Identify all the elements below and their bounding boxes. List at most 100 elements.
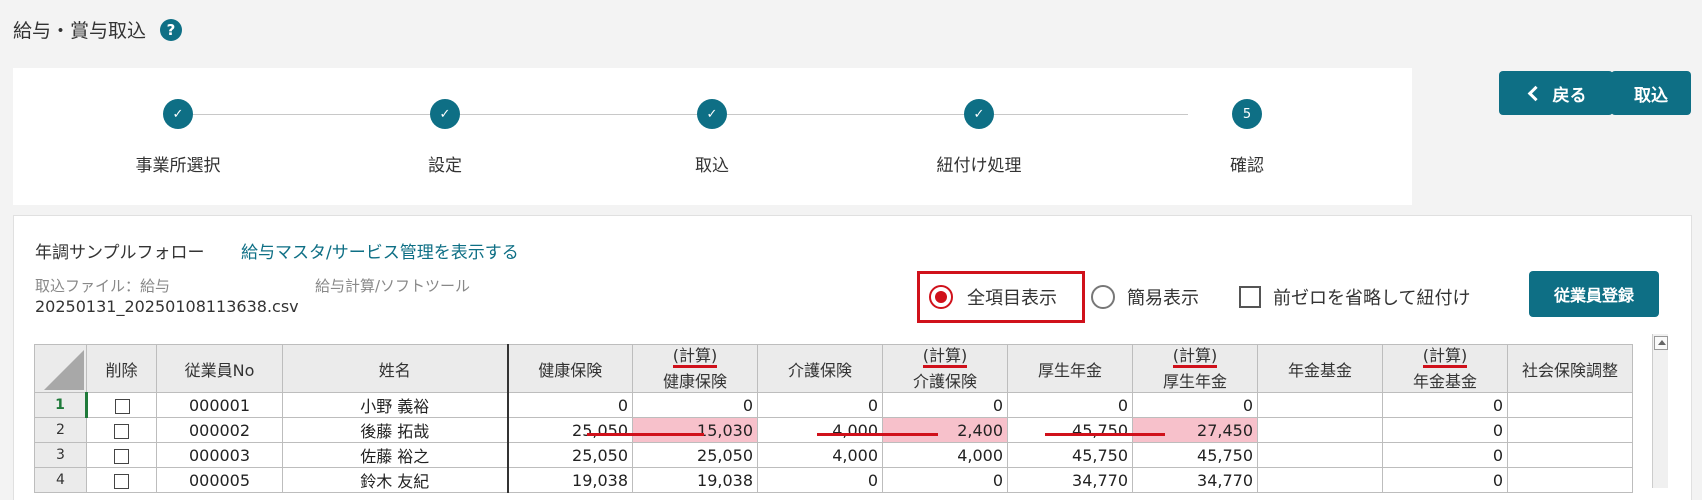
cell-delete bbox=[86, 467, 157, 493]
col-delete[interactable]: 削除 bbox=[86, 344, 157, 393]
cell-health[interactable]: 25,050 bbox=[506, 417, 633, 443]
col-calc-pension[interactable]: (計算) 厚生年金 bbox=[1132, 344, 1258, 393]
cell-care[interactable]: 0 bbox=[757, 467, 883, 493]
table-row[interactable]: 1 000001 小野 義裕 0 0 0 0 0 0 0 bbox=[34, 392, 1633, 418]
radio-simple[interactable]: 簡易表示 bbox=[1091, 284, 1199, 310]
register-employee-label: 従業員登録 bbox=[1553, 286, 1634, 305]
col-calc-care[interactable]: (計算) 介護保険 bbox=[882, 344, 1008, 393]
cell-calc-health[interactable]: 15,030 bbox=[632, 417, 758, 443]
row-number[interactable]: 1 bbox=[34, 392, 88, 418]
cell-calc-fund[interactable]: 0 bbox=[1382, 467, 1508, 493]
cell-employee-no[interactable]: 000002 bbox=[156, 417, 283, 443]
cell-calc-care[interactable]: 2,400 bbox=[882, 417, 1008, 443]
vertical-scrollbar[interactable] bbox=[1652, 334, 1668, 488]
radio-selected-icon bbox=[929, 285, 953, 309]
cell-calc-care[interactable]: 4,000 bbox=[882, 442, 1008, 468]
cell-pension[interactable]: 45,750 bbox=[1007, 417, 1133, 443]
cell-delete bbox=[86, 442, 157, 468]
col-social-adjust[interactable]: 社会保険調整 bbox=[1507, 344, 1633, 393]
delete-checkbox[interactable] bbox=[114, 473, 129, 489]
help-icon[interactable]: ? bbox=[160, 18, 183, 41]
salary-master-link[interactable]: 給与マスタ/サービス管理を表示する bbox=[241, 238, 519, 263]
cell-calc-pension[interactable]: 0 bbox=[1132, 392, 1258, 418]
cell-calc-fund[interactable]: 0 bbox=[1382, 392, 1508, 418]
row-number[interactable]: 4 bbox=[34, 467, 87, 493]
col-pension[interactable]: 厚生年金 bbox=[1007, 344, 1133, 393]
cell-employee-no[interactable]: 000005 bbox=[156, 467, 283, 493]
cell-fund[interactable] bbox=[1257, 392, 1383, 418]
import-button-label: 取込 bbox=[1634, 85, 1668, 106]
cell-calc-health[interactable]: 25,050 bbox=[632, 442, 758, 468]
cell-social-adjust[interactable] bbox=[1507, 392, 1633, 418]
cell-calc-pension[interactable]: 34,770 bbox=[1132, 467, 1258, 493]
radio-all-items-label: 全項目表示 bbox=[967, 288, 1057, 309]
col-health[interactable]: 健康保険 bbox=[506, 344, 633, 393]
col-employee-no[interactable]: 従業員No bbox=[156, 344, 283, 393]
cell-health[interactable]: 25,050 bbox=[506, 442, 633, 468]
highlight-underline bbox=[587, 433, 704, 436]
cell-employee-no[interactable]: 000003 bbox=[156, 442, 283, 468]
delete-checkbox[interactable] bbox=[114, 398, 130, 414]
radio-all-items[interactable]: 全項目表示 bbox=[929, 284, 1057, 310]
cell-fund[interactable] bbox=[1257, 442, 1383, 468]
cell-pension[interactable]: 34,770 bbox=[1007, 467, 1133, 493]
cell-calc-pension[interactable]: 27,450 bbox=[1132, 417, 1258, 443]
cell-health[interactable]: 19,038 bbox=[506, 467, 633, 493]
cell-social-adjust[interactable] bbox=[1507, 417, 1633, 443]
page-title: 給与・賞与取込 ? bbox=[13, 16, 183, 43]
back-button-label: 戻る bbox=[1552, 85, 1587, 106]
cell-fund[interactable] bbox=[1257, 467, 1383, 493]
cell-calc-health[interactable]: 0 bbox=[632, 392, 758, 418]
col-calc-fund[interactable]: (計算) 年金基金 bbox=[1382, 344, 1508, 393]
cell-calc-fund[interactable]: 0 bbox=[1382, 442, 1508, 468]
page-title-text: 給与・賞与取込 bbox=[13, 20, 147, 42]
cell-care[interactable]: 4,000 bbox=[757, 417, 883, 443]
cell-care[interactable]: 0 bbox=[757, 392, 883, 418]
table-row[interactable]: 2 000002 後藤 拓哉 25,050 15,030 4,000 2,400 45,750… bbox=[34, 417, 1633, 443]
cell-employee-no[interactable]: 000001 bbox=[156, 392, 283, 418]
radio-unselected-icon bbox=[1091, 285, 1115, 309]
cell-calc-care[interactable]: 0 bbox=[882, 392, 1008, 418]
row-number[interactable]: 3 bbox=[34, 442, 87, 468]
delete-checkbox[interactable] bbox=[114, 423, 129, 439]
cell-care[interactable]: 4,000 bbox=[757, 442, 883, 468]
col-name[interactable]: 姓名 bbox=[282, 344, 508, 393]
cell-calc-fund[interactable]: 0 bbox=[1382, 417, 1508, 443]
highlight-underline bbox=[817, 433, 938, 436]
cell-name[interactable]: 後藤 拓哉 bbox=[282, 417, 508, 443]
step-number-badge: 5 bbox=[1232, 99, 1262, 129]
col-calc-health[interactable]: (計算) 健康保険 bbox=[632, 344, 758, 393]
select-all-corner[interactable] bbox=[34, 344, 87, 393]
step-label: 事業所選択 bbox=[135, 156, 221, 176]
calc-prefix: (計算) bbox=[1422, 346, 1468, 368]
cell-name[interactable]: 鈴木 友紀 bbox=[282, 467, 508, 493]
table-body: 1 000001 小野 義裕 0 0 0 0 0 0 0 2 000002 後藤 拓哉 25,050 15,… bbox=[34, 392, 1633, 493]
table-row[interactable]: 3 000003 佐藤 裕之 25,050 25,050 4,000 4,000 45,750… bbox=[34, 442, 1633, 468]
progress-stepper: ✓ 事業所選択 ✓ 設定 ✓ 取込 ✓ 紐付け処理 5 確認 bbox=[13, 68, 1412, 205]
cell-pension[interactable]: 0 bbox=[1007, 392, 1133, 418]
scroll-up-arrow-icon[interactable] bbox=[1653, 336, 1668, 350]
cell-fund[interactable] bbox=[1257, 417, 1383, 443]
cell-pension[interactable]: 45,750 bbox=[1007, 442, 1133, 468]
table-row[interactable]: 4 000005 鈴木 友紀 19,038 19,038 0 0 34,770 34,770 0 bbox=[34, 467, 1633, 493]
payroll-grid: 削除 従業員No 姓名 健康保険 (計算) 健康保険 介護保険 (計算) 介護保険 … bbox=[34, 344, 1678, 500]
cell-social-adjust[interactable] bbox=[1507, 467, 1633, 493]
cell-calc-health[interactable]: 19,038 bbox=[632, 467, 758, 493]
delete-checkbox[interactable] bbox=[114, 448, 129, 464]
checkbox-icon bbox=[1239, 286, 1261, 308]
cell-health[interactable]: 0 bbox=[506, 392, 633, 418]
import-button[interactable]: 取込 bbox=[1611, 71, 1691, 115]
back-button[interactable]: 戻る bbox=[1499, 71, 1613, 115]
cell-name[interactable]: 佐藤 裕之 bbox=[282, 442, 508, 468]
check-icon: ✓ bbox=[163, 99, 193, 129]
col-fund[interactable]: 年金基金 bbox=[1257, 344, 1383, 393]
cell-name[interactable]: 小野 義裕 bbox=[282, 392, 508, 418]
cell-calc-pension[interactable]: 45,750 bbox=[1132, 442, 1258, 468]
cell-social-adjust[interactable] bbox=[1507, 442, 1633, 468]
cell-calc-care[interactable]: 0 bbox=[882, 467, 1008, 493]
col-care[interactable]: 介護保険 bbox=[757, 344, 883, 393]
row-number[interactable]: 2 bbox=[34, 417, 87, 443]
omit-zero-checkbox[interactable]: 前ゼロを省略して紐付け bbox=[1239, 284, 1470, 310]
register-employee-button[interactable]: 従業員登録 bbox=[1529, 271, 1659, 317]
step-settings: ✓ 設定 bbox=[345, 99, 545, 176]
